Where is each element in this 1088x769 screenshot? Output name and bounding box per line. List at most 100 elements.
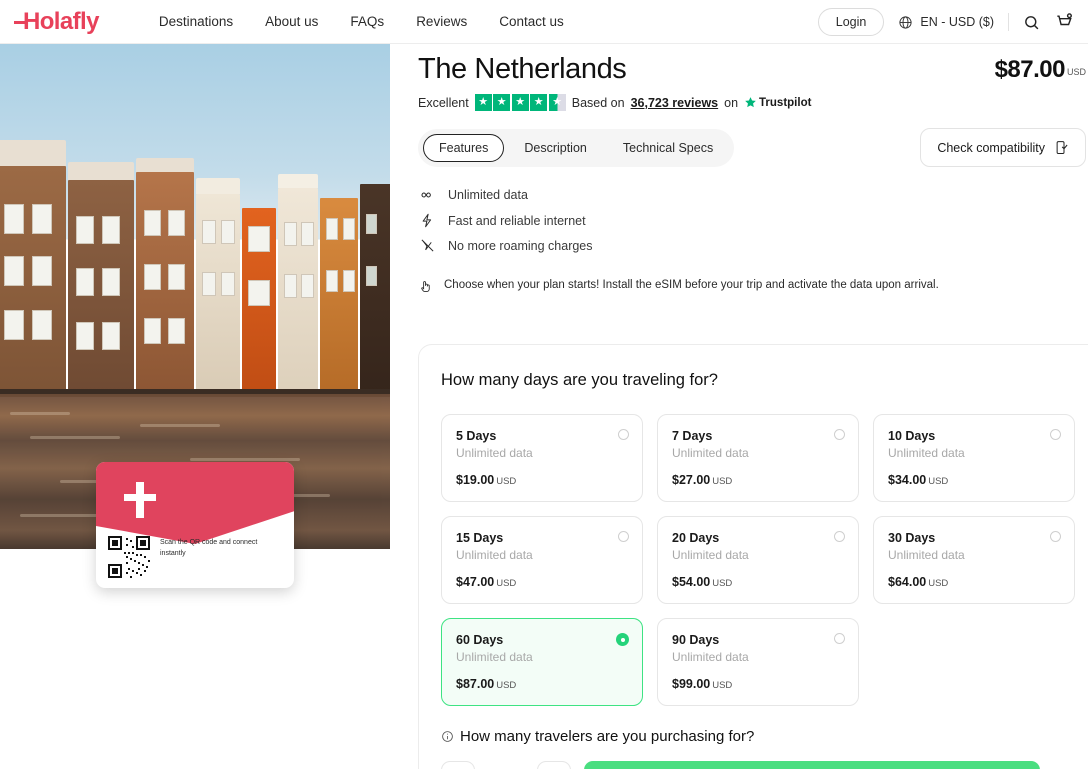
plan-days: 10 Days xyxy=(888,429,936,443)
site-header: Holafly Destinations About us FAQs Revie… xyxy=(0,0,1088,44)
plan-panel-header: How many days are you traveling for? USD… xyxy=(419,365,1088,395)
plan-data: Unlimited data xyxy=(888,548,965,562)
plan-radio-selected[interactable] xyxy=(616,633,629,646)
price-block: $87.00 USD xyxy=(995,56,1086,84)
plan-price: $54.00 USD xyxy=(672,575,844,589)
plan-price: $99.00 USD xyxy=(672,677,844,691)
product-content: The Netherlands $87.00 USD Excellent ★ ★ … xyxy=(390,44,1088,769)
plan-card-15-days[interactable]: 15 Days Unlimited data $47.00 USD xyxy=(441,516,643,604)
plan-radio[interactable] xyxy=(834,633,845,644)
header-actions: Login EN - USD ($) xyxy=(817,0,1074,44)
plan-price-value: $99.00 xyxy=(672,677,711,691)
plan-price-value: $34.00 xyxy=(888,473,927,487)
check-compatibility-label: Check compatibility xyxy=(937,140,1045,155)
get-unlimited-internet-button[interactable]: Get unlimited internet xyxy=(584,761,1040,769)
plan-radio[interactable] xyxy=(618,531,629,542)
plan-price-value: $64.00 xyxy=(888,575,927,589)
plan-card-90-days[interactable]: 90 Days Unlimited data $99.00 USD xyxy=(657,618,859,706)
locale-label: EN - USD ($) xyxy=(920,15,994,29)
plan-data: Unlimited data xyxy=(672,548,749,562)
plan-price-currency: USD xyxy=(712,578,733,589)
nav-item-reviews[interactable]: Reviews xyxy=(416,14,467,29)
reviews-count-link[interactable]: 36,723 reviews xyxy=(631,96,719,110)
half-star-icon: ★ xyxy=(548,94,566,111)
plan-price-value: $87.00 xyxy=(456,677,495,691)
trustpilot-name: Trustpilot xyxy=(759,96,812,109)
holafly-logo[interactable]: Holafly xyxy=(14,8,99,36)
star-icon: ★ xyxy=(474,94,492,111)
plan-days: 90 Days xyxy=(672,633,720,647)
plan-data: Unlimited data xyxy=(672,650,749,664)
feature-unlimited-data: Unlimited data xyxy=(418,187,1088,203)
star-icon: ★ xyxy=(530,94,548,111)
plan-card-20-days[interactable]: 20 Days Unlimited data $54.00 USD xyxy=(657,516,859,604)
phone-check-icon xyxy=(1056,141,1068,154)
search-button[interactable] xyxy=(1023,14,1040,31)
plan-start-note: Choose when your plan starts! Install th… xyxy=(418,279,1088,297)
nav-item-contact-us[interactable]: Contact us xyxy=(499,14,564,29)
plan-price: $27.00 USD xyxy=(672,473,844,487)
plan-radio[interactable] xyxy=(1050,429,1061,440)
plan-card-10-days[interactable]: 10 Days Unlimited data $34.00 USD xyxy=(873,414,1075,502)
product-price-currency: USD xyxy=(1066,67,1086,77)
nav-item-about-us[interactable]: About us xyxy=(265,14,318,29)
plan-card-7-days[interactable]: 7 Days Unlimited data $27.00 USD xyxy=(657,414,859,502)
plan-selection-panel: How many days are you traveling for? USD… xyxy=(418,344,1088,769)
plan-start-note-text: Choose when your plan starts! Install th… xyxy=(444,279,939,291)
plan-data: Unlimited data xyxy=(456,650,533,664)
plan-radio[interactable] xyxy=(834,429,845,440)
quantity-increment-button[interactable]: + xyxy=(537,761,571,769)
header-divider xyxy=(1008,13,1009,31)
plan-options-grid: 5 Days Unlimited data $19.00 USD 7 Days U… xyxy=(419,395,1088,706)
plan-price-value: $19.00 xyxy=(456,473,495,487)
plan-data: Unlimited data xyxy=(888,446,965,460)
plan-days: 20 Days xyxy=(672,531,720,545)
plan-price: $47.00 USD xyxy=(456,575,628,589)
plan-price-currency: USD xyxy=(496,680,517,691)
logo-text: Holafly xyxy=(23,7,99,35)
plan-days: 60 Days xyxy=(456,633,504,647)
plan-price-currency: USD xyxy=(712,476,733,487)
plan-card-30-days[interactable]: 30 Days Unlimited data $64.00 USD xyxy=(873,516,1075,604)
nav-item-faqs[interactable]: FAQs xyxy=(350,14,384,29)
no-roaming-icon xyxy=(418,238,436,253)
plan-radio[interactable] xyxy=(834,531,845,542)
trustpilot-star-icon xyxy=(745,97,756,108)
trustpilot-rating: Excellent ★ ★ ★ ★ ★ Based on 36,723 revi… xyxy=(418,94,1088,111)
plan-radio[interactable] xyxy=(618,429,629,440)
plan-card-5-days[interactable]: 5 Days Unlimited data $19.00 USD xyxy=(441,414,643,502)
quantity-decrement-button[interactable]: - xyxy=(441,761,475,769)
cart-button[interactable] xyxy=(1054,12,1074,32)
rating-on-text: on xyxy=(724,95,739,110)
esim-card-brand-banner xyxy=(96,462,294,544)
feature-label: Unlimited data xyxy=(448,188,528,202)
tab-description[interactable]: Description xyxy=(508,134,603,162)
locale-selector[interactable]: EN - USD ($) xyxy=(898,15,994,30)
trustpilot-logo[interactable]: Trustpilot xyxy=(744,96,811,109)
canal-houses xyxy=(0,140,390,394)
qr-code-icon xyxy=(108,536,150,578)
check-compatibility-button[interactable]: Check compatibility xyxy=(920,128,1086,167)
rating-label: Excellent xyxy=(418,95,469,110)
nav-item-destinations[interactable]: Destinations xyxy=(159,14,233,29)
tab-features[interactable]: Features xyxy=(423,134,505,162)
title-row: The Netherlands xyxy=(418,44,1088,86)
rating-based-on-text: Based on xyxy=(571,95,625,110)
rating-stars: ★ ★ ★ ★ ★ xyxy=(474,94,566,111)
plan-price: $34.00 USD xyxy=(888,473,1060,487)
info-icon[interactable] xyxy=(441,730,454,743)
plan-price-currency: USD xyxy=(496,578,517,589)
plan-card-60-days[interactable]: 60 Days Unlimited data $87.00 USD xyxy=(441,618,643,706)
plan-radio[interactable] xyxy=(1050,531,1061,542)
plan-days: 5 Days xyxy=(456,429,497,443)
plan-days: 7 Days xyxy=(672,429,713,443)
plan-price-currency: USD xyxy=(496,476,517,487)
purchase-row: - 1 + Get unlimited internet xyxy=(419,745,1088,769)
login-button[interactable]: Login xyxy=(817,8,885,36)
infinity-icon xyxy=(418,187,436,203)
plan-days: 15 Days xyxy=(456,531,504,545)
tab-technical-specs[interactable]: Technical Specs xyxy=(607,134,729,162)
plan-price-value: $54.00 xyxy=(672,575,711,589)
feature-fast-internet: Fast and reliable internet xyxy=(418,213,1088,228)
feature-label: No more roaming charges xyxy=(448,238,593,253)
